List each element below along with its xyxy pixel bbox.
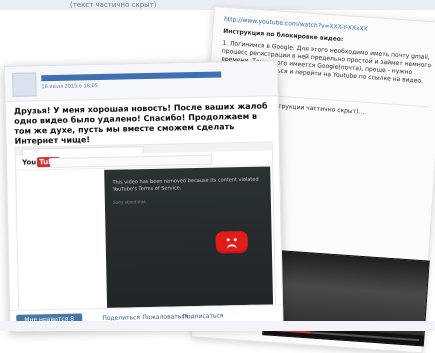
youtube-preview: You Tube This video has been removed beca… [14, 141, 277, 319]
post-header: 16 июля 2015 в 18:05 [5, 61, 278, 102]
bottom-strip [0, 321, 435, 331]
post-message: Друзья! У меня хорошая новость! После ва… [13, 101, 268, 146]
top-text: (текст частично скрыт) [70, 1, 157, 9]
sad-youtube-icon [215, 230, 248, 254]
subscribe-action[interactable]: Подписаться [182, 312, 223, 320]
background-video-thumbnail [262, 249, 430, 347]
front-post-window: 16 июля 2015 в 18:05 Друзья! У меня хоро… [4, 60, 284, 332]
video-removed-message: This video has been removed because its … [112, 176, 259, 193]
author-name[interactable] [41, 71, 222, 82]
post-date: 16 июля 2015 в 18:05 [41, 83, 98, 91]
video-player[interactable]: This video has been removed because its … [104, 166, 274, 313]
youtube-search-input[interactable] [49, 154, 213, 169]
video-removed-sorry: Sorry about that. [112, 199, 147, 205]
youtube-logo-left: You [21, 158, 37, 167]
avatar[interactable] [12, 72, 37, 97]
sad-mouth-icon [226, 244, 237, 252]
